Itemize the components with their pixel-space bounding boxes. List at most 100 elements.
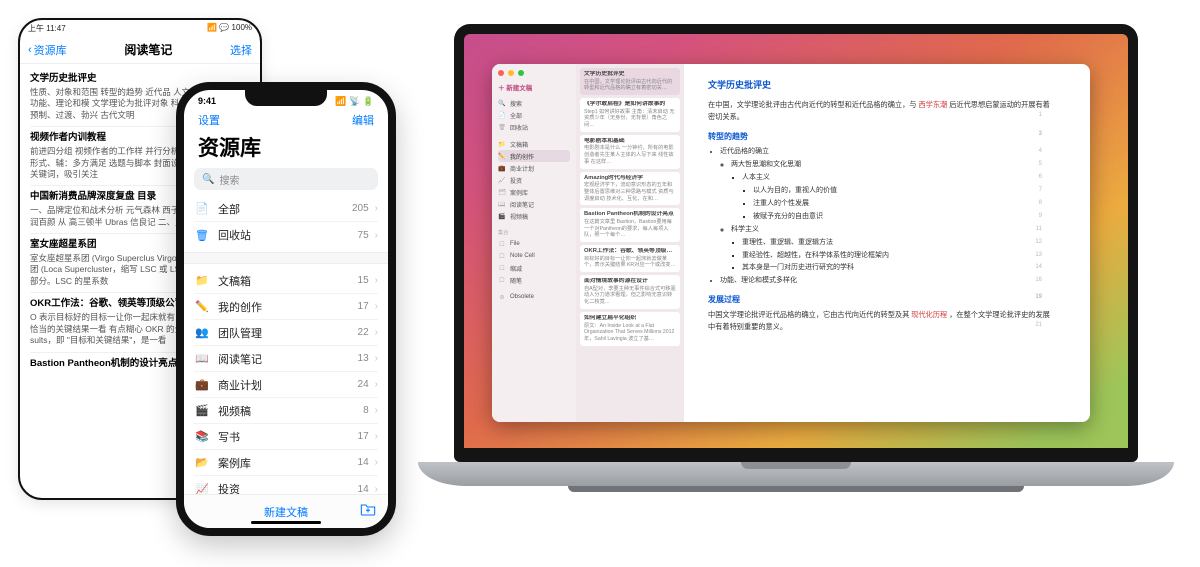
outline-item[interactable]: 重理性、重逻辑、重逻辑方法12 bbox=[742, 237, 1056, 250]
row-label: 我的创作 bbox=[218, 299, 358, 315]
list-row[interactable]: 📄 全部 205 › bbox=[194, 196, 378, 222]
doc-title: 文学历史批评史 bbox=[708, 78, 1056, 91]
sidebar-item[interactable]: ☐随笔 bbox=[498, 274, 570, 286]
sidebar-item[interactable]: ☐缩减 bbox=[498, 262, 570, 274]
row-icon: 📖 bbox=[194, 351, 210, 367]
sidebar-item[interactable]: 📁文稿箱 bbox=[498, 138, 570, 150]
heading-2: 发展过程19 bbox=[708, 294, 1056, 305]
inline-link[interactable]: 西学东潮 bbox=[918, 100, 947, 109]
laptop-screen: ＋ 新建文稿 🔍搜索📄全部🗑回收站 📁文稿箱✏️我的创作💼商业计划📈投资🗂案例库📖… bbox=[454, 24, 1138, 462]
new-doc-button[interactable]: 新建文稿 bbox=[264, 504, 308, 520]
new-folder-icon[interactable] bbox=[360, 502, 376, 521]
row-count: 17 bbox=[358, 301, 369, 312]
status-bar: 上午 11:47 📶 💬 100% bbox=[20, 20, 260, 36]
note-card[interactable]: 《学尔敢启程》是如何讲故事的Step1 如何讲好故事 主角：清末启动 无资质少年… bbox=[580, 98, 680, 132]
row-label: 视频稿 bbox=[218, 403, 363, 419]
note-card[interactable]: Bastion Pantheon机制的设计亮点在这篇文章里 Bastion，Ba… bbox=[580, 208, 680, 242]
iphone: 9:41 📶 📡 🔋 设置 编辑 资源库 🔍 搜索 📄 全部 205 › 🗑 回… bbox=[176, 82, 396, 536]
edit-button[interactable]: 编辑 bbox=[352, 112, 374, 130]
fullscreen-icon[interactable] bbox=[518, 70, 524, 76]
chevron-right-icon: › bbox=[375, 353, 378, 364]
window-controls[interactable] bbox=[498, 70, 570, 76]
sidebar-item[interactable]: 🗑回收站 bbox=[498, 121, 570, 133]
row-count: 205 bbox=[352, 203, 369, 214]
chevron-right-icon: › bbox=[375, 203, 378, 214]
note-card[interactable]: 面对情境故事的源在设计自A型对，李要主种无事件综合式可移驱动人分力道求看理，但之… bbox=[580, 275, 680, 309]
note-card[interactable]: 电影剧本和基础电影剧本是什么 一分钟约，所有的电影创造者先生某人主体的人写下来 … bbox=[580, 135, 680, 169]
list-row[interactable]: 👥 团队管理 22 › bbox=[194, 320, 378, 346]
outline-item[interactable]: 以人为目的，重视人的价值7 bbox=[753, 185, 1056, 198]
row-label: 阅读笔记 bbox=[218, 351, 358, 367]
row-count: 13 bbox=[358, 353, 369, 364]
row-label: 商业计划 bbox=[218, 377, 358, 393]
chevron-right-icon: › bbox=[375, 431, 378, 442]
note-card[interactable]: OKR工作法：谷歌、领英等顶级公司目标好的目标一让你一起床就去做某个，表示关键结… bbox=[580, 245, 680, 272]
back-button[interactable]: ‹ 资源库 bbox=[28, 42, 67, 58]
select-button[interactable]: 选择 bbox=[230, 42, 252, 58]
close-icon[interactable] bbox=[498, 70, 504, 76]
sidebar-item[interactable]: ⊘Obsolete bbox=[498, 291, 570, 303]
outline-list: 近代品格的确立4两大哲思潮和文化思潮5人本主义6以人为目的，重视人的价值7注重人… bbox=[708, 146, 1056, 288]
list-row[interactable]: 🎬 视频稿 8 › bbox=[194, 398, 378, 424]
inline-link[interactable]: 现代化历程 bbox=[911, 310, 947, 319]
sidebar-item[interactable]: 🔍搜索 bbox=[498, 97, 570, 109]
row-count: 15 bbox=[358, 275, 369, 286]
outline-item[interactable]: 被赋予充分的自由意识9 bbox=[753, 211, 1056, 224]
folders-section: 📁 文稿箱 15 › ✏️ 我的创作 17 › 👥 团队管理 22 › 📖 阅读… bbox=[184, 268, 388, 502]
note-list: 文学历史批评史在中国，文学理论批评由古代向近代的转型和近代品格的确立有着密切关…… bbox=[576, 64, 684, 422]
row-icon: 🎬 bbox=[194, 403, 210, 419]
row-label: 案例库 bbox=[218, 455, 358, 471]
row-icon: 📂 bbox=[194, 455, 210, 471]
chevron-right-icon: › bbox=[375, 457, 378, 468]
row-icon: ✏️ bbox=[194, 299, 210, 315]
outline-item[interactable]: 注重人的个性发展8 bbox=[753, 198, 1056, 211]
list-row[interactable]: 📁 文稿箱 15 › bbox=[194, 268, 378, 294]
outline-item[interactable]: 近代品格的确立4两大哲思潮和文化思潮5人本主义6以人为目的，重视人的价值7注重人… bbox=[720, 146, 1056, 275]
sidebar-item[interactable]: ☐Note Cell bbox=[498, 250, 570, 262]
search-input[interactable]: 🔍 搜索 bbox=[194, 168, 378, 190]
sidebar-item[interactable]: 💼商业计划 bbox=[498, 162, 570, 174]
new-doc-button[interactable]: ＋ 新建文稿 bbox=[498, 82, 570, 92]
row-count: 14 bbox=[358, 457, 369, 468]
sidebar-item[interactable]: ✏️我的创作 bbox=[498, 150, 570, 162]
row-icon: 👥 bbox=[194, 325, 210, 341]
row-icon: 📚 bbox=[194, 429, 210, 445]
section-gap bbox=[184, 252, 388, 264]
chevron-right-icon: › bbox=[375, 327, 378, 338]
list-row[interactable]: 🗑 回收站 75 › bbox=[194, 222, 378, 248]
sidebar: ＋ 新建文稿 🔍搜索📄全部🗑回收站 📁文稿箱✏️我的创作💼商业计划📈投资🗂案例库📖… bbox=[492, 64, 576, 422]
laptop-base bbox=[418, 462, 1174, 486]
macbook: ＋ 新建文稿 🔍搜索📄全部🗑回收站 📁文稿箱✏️我的创作💼商业计划📈投资🗂案例库📖… bbox=[418, 24, 1174, 492]
nav-bar: 设置 编辑 bbox=[184, 112, 388, 130]
notch bbox=[245, 90, 327, 106]
list-row[interactable]: ✏️ 我的创作 17 › bbox=[194, 294, 378, 320]
outline-item[interactable]: 其本身是一门对历史进行研究的学科14 bbox=[742, 262, 1056, 275]
outline-item[interactable]: 重经验性、超越性，在科学体系性的理论框架内13 bbox=[742, 250, 1056, 263]
signal-icon: 📶 📡 🔋 bbox=[335, 96, 374, 112]
paragraph: 中国文学理论批评近代品格的确立，它由古代向近代的转型及其 现代化历程 ，在整个文… bbox=[708, 309, 1056, 332]
sidebar-item[interactable]: 📄全部 bbox=[498, 109, 570, 121]
note-card[interactable]: 文学历史批评史在中国，文学理论批评由古代向近代的转型和近代品格的确立有着密切关… bbox=[580, 68, 680, 95]
row-label: 团队管理 bbox=[218, 325, 358, 341]
list-row[interactable]: 📂 案例库 14 › bbox=[194, 450, 378, 476]
list-row[interactable]: 💼 商业计划 24 › bbox=[194, 372, 378, 398]
minimize-icon[interactable] bbox=[508, 70, 514, 76]
outline-item[interactable]: 两大哲思潮和文化思潮5人本主义6以人为目的，重视人的价值7注重人的个性发展8被赋… bbox=[731, 159, 1056, 224]
editor[interactable]: 文学历史批评史 在中国，文学理论批评由古代向近代的转型和近代品格的确立，与 西学… bbox=[684, 64, 1090, 422]
outline-item[interactable]: 科学主义11重理性、重逻辑、重逻辑方法12重经验性、超越性，在科学体系性的理论框… bbox=[731, 224, 1056, 276]
sidebar-item[interactable]: ☐File bbox=[498, 238, 570, 250]
outline-item[interactable]: 功能、理论和模式多样化16 bbox=[720, 275, 1056, 288]
list-row[interactable]: 📖 阅读笔记 13 › bbox=[194, 346, 378, 372]
row-count: 17 bbox=[358, 431, 369, 442]
note-card[interactable]: 如何建立扁平化组织原文：An Inside Look at a Flat Org… bbox=[580, 312, 680, 346]
settings-button[interactable]: 设置 bbox=[198, 112, 220, 130]
outline-item[interactable]: 人本主义6以人为目的，重视人的价值7注重人的个性发展8被赋予充分的自由意识9 bbox=[742, 172, 1056, 224]
sidebar-item[interactable]: 📈投资 bbox=[498, 174, 570, 186]
row-icon: 🗑 bbox=[194, 227, 210, 243]
app-window: ＋ 新建文稿 🔍搜索📄全部🗑回收站 📁文稿箱✏️我的创作💼商业计划📈投资🗂案例库📖… bbox=[492, 64, 1090, 422]
sidebar-item[interactable]: 🗂案例库 bbox=[498, 186, 570, 198]
note-card[interactable]: Amazing时代与经济学宏观经济学下，流动意识形态的五年和整体后置思维对三种思… bbox=[580, 172, 680, 206]
list-row[interactable]: 📚 写书 17 › bbox=[194, 424, 378, 450]
sidebar-item[interactable]: 📖阅读笔记 bbox=[498, 198, 570, 210]
sidebar-item[interactable]: 🎬视频稿 bbox=[498, 210, 570, 222]
